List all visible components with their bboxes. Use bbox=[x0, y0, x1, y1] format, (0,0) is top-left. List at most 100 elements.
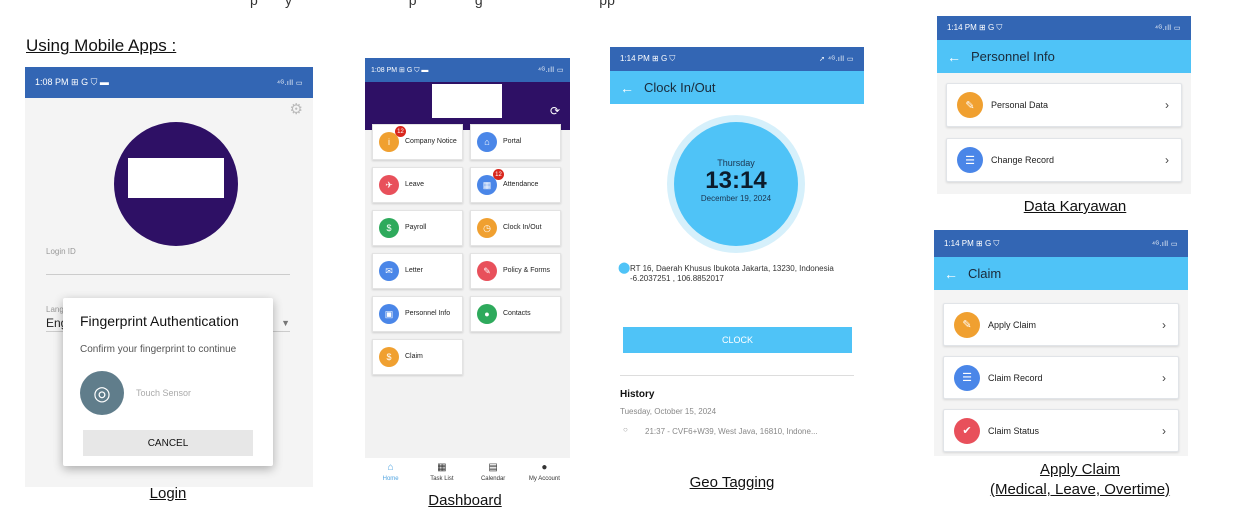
dashboard-tile-label: Attendance bbox=[503, 181, 539, 188]
cut-off-heading: p y p g pp bbox=[250, 0, 615, 8]
menu-item-label: Change Record bbox=[991, 155, 1055, 165]
dashboard-tile-label: Personnel Info bbox=[405, 310, 451, 317]
status-icons: ⊞ G ⛉ bbox=[979, 23, 1003, 32]
dashboard-tile[interactable]: ✎ Policy & Forms bbox=[470, 253, 561, 289]
dashboard-tile-label: Company Notice bbox=[405, 138, 457, 145]
app-bar-title: Claim bbox=[968, 266, 1002, 281]
tab-label: Task List bbox=[430, 476, 454, 482]
app-bar: ← Claim bbox=[934, 257, 1188, 290]
tab-calendar[interactable]: ▤ Calendar bbox=[468, 462, 518, 488]
status-bar: 1:08 PM ⊞ G ⛉ ▬ ⁴ᴳ.ıll ▭ bbox=[365, 58, 570, 82]
dashboard-tile[interactable]: ✉ Letter bbox=[372, 253, 463, 289]
task-list-icon: ▦ bbox=[437, 462, 447, 473]
menu-item[interactable]: ✎ Apply Claim › bbox=[943, 303, 1179, 346]
clock-time: 13:14 bbox=[705, 167, 767, 194]
refresh-icon[interactable]: ⟳ bbox=[550, 104, 560, 118]
chevron-right-icon: › bbox=[1165, 98, 1169, 112]
back-arrow-icon[interactable]: ← bbox=[934, 266, 968, 282]
policy-icon: ✎ bbox=[477, 261, 497, 281]
menu-item[interactable]: ✔ Claim Status › bbox=[943, 409, 1179, 452]
status-bar: 1:08 PM ⊞ G ⛉ ▬ ⁴ᴳ.ıll ▭ bbox=[25, 67, 313, 98]
tab-my-account[interactable]: ● My Account bbox=[519, 462, 569, 488]
calendar-icon: ▦ 12 bbox=[477, 169, 504, 195]
header-logo-redacted bbox=[432, 84, 502, 118]
chevron-right-icon: › bbox=[1162, 370, 1166, 385]
dashboard-tile[interactable]: i 12 Company Notice bbox=[372, 124, 463, 160]
dashboard-tile-label: Policy & Forms bbox=[503, 267, 551, 274]
person-icon: ● bbox=[477, 304, 497, 324]
status-bar: 1:14 PM ⊞ G ⛉ ⁴ᴳ.ıll ▭ bbox=[937, 16, 1191, 40]
dashboard-tile[interactable]: ● Contacts bbox=[470, 296, 561, 332]
notification-badge: 12 bbox=[395, 126, 406, 137]
check-icon: ✔ bbox=[954, 417, 980, 444]
back-arrow-icon[interactable]: ← bbox=[937, 49, 971, 65]
clock-ring: Thursday 13:14 December 19, 2024 bbox=[667, 115, 805, 253]
dashboard-tile-label: Payroll bbox=[405, 224, 427, 231]
tab-list: ⌂ Home ▦ Task List ▤ Calendar ● My Account bbox=[365, 462, 570, 488]
dashboard-tile[interactable]: ◷ Clock In/Out bbox=[470, 210, 561, 246]
list-icon: ☰ bbox=[954, 364, 980, 391]
bottom-tab-bar: ⌂ Home ▦ Task List ▤ Calendar ● My Account bbox=[365, 458, 570, 488]
personnel-info-caption: Data Karyawan bbox=[1023, 198, 1127, 215]
dashboard-screen: 1:08 PM ⊞ G ⛉ ▬ ⁴ᴳ.ıll ▭ ⟳ i 12 Company No… bbox=[365, 58, 570, 488]
history-dot-icon: ○ bbox=[623, 425, 628, 434]
clock-face: Thursday 13:14 December 19, 2024 bbox=[674, 122, 798, 246]
back-arrow-icon[interactable]: ← bbox=[610, 80, 644, 96]
tab-task-list[interactable]: ▦ Task List bbox=[417, 462, 467, 488]
status-time: 1:08 PM bbox=[35, 77, 69, 87]
login-caption: Login bbox=[149, 485, 187, 502]
signal-battery-icon: ⁴ᴳ.ıll ▭ bbox=[276, 79, 303, 87]
clock-icon: ◷ bbox=[477, 218, 497, 238]
login-id-label: Login ID bbox=[46, 247, 76, 256]
menu-item-label: Personal Data bbox=[991, 100, 1049, 110]
menu-item[interactable]: ☰ Change Record › bbox=[946, 138, 1182, 182]
tab-home[interactable]: ⌂ Home bbox=[366, 462, 416, 488]
touch-sensor-label: Touch Sensor bbox=[136, 388, 192, 398]
dashboard-tile[interactable]: ✈ Leave bbox=[372, 167, 463, 203]
dialog-subtitle: Confirm your fingerprint to continue bbox=[80, 344, 237, 355]
clock-button[interactable]: CLOCK bbox=[623, 327, 852, 353]
app-bar-title: Personnel Info bbox=[971, 49, 1055, 64]
status-time: 1:14 PM bbox=[620, 54, 650, 63]
menu-item[interactable]: ☰ Claim Record › bbox=[943, 356, 1179, 399]
clock-date: December 19, 2024 bbox=[700, 194, 772, 203]
status-icons: ⊞ G ⛉ bbox=[652, 54, 676, 63]
tab-label: Home bbox=[382, 476, 399, 482]
language-label: Lang bbox=[46, 305, 64, 314]
dashboard-tile[interactable]: $ Claim bbox=[372, 339, 463, 375]
chevron-right-icon: › bbox=[1165, 153, 1169, 167]
list-icon: ☰ bbox=[957, 147, 983, 173]
dashboard-tile-label: Letter bbox=[405, 267, 423, 274]
geo-tagging-caption: Geo Tagging bbox=[689, 474, 775, 491]
plane-icon: ✈ bbox=[379, 175, 399, 195]
dashboard-caption: Dashboard bbox=[428, 492, 502, 509]
fingerprint-dialog: Fingerprint Authentication Confirm your … bbox=[63, 298, 273, 466]
dashboard-tile[interactable]: ▣ Personnel Info bbox=[372, 296, 463, 332]
settings-gear-icon[interactable]: ⚙ bbox=[290, 100, 303, 118]
tab-label: My Account bbox=[528, 476, 560, 482]
info-icon: i 12 bbox=[379, 126, 406, 152]
claim-screen: 1:14 PM ⊞ G ⛉ ⁴ᴳ.ıll ▭ ← Claim ✎ Apply Cl… bbox=[934, 230, 1188, 456]
dashboard-tile[interactable]: ⌂ Portal bbox=[470, 124, 561, 160]
logo-redacted-box bbox=[128, 158, 224, 198]
signal-battery-icon: ⁴ᴳ.ıll ▭ bbox=[1154, 25, 1181, 32]
signal-battery-icon: ➚ ⁴ᴳ.ıll ▭ bbox=[819, 56, 854, 63]
fingerprint-icon: ◎ bbox=[80, 371, 124, 415]
history-entry[interactable]: 21:37 - CVF6+W39, West Java, 16810, Indo… bbox=[645, 427, 818, 436]
menu-item[interactable]: ✎ Personal Data › bbox=[946, 83, 1182, 127]
login-screen: 1:08 PM ⊞ G ⛉ ▬ ⁴ᴳ.ıll ▭ ⚙ Login ID Lang… bbox=[25, 67, 313, 487]
claim-caption-line1: Apply Claim bbox=[1039, 461, 1121, 478]
location-address: RT 16, Daerah Khusus Ibukota Jakarta, 13… bbox=[630, 264, 834, 273]
login-id-input[interactable] bbox=[46, 261, 290, 275]
dashboard-tile[interactable]: ▦ 12 Attendance bbox=[470, 167, 561, 203]
dashboard-tile[interactable]: $ Payroll bbox=[372, 210, 463, 246]
dashboard-tile-label: Clock In/Out bbox=[503, 224, 542, 231]
cancel-button[interactable]: CANCEL bbox=[83, 430, 253, 456]
status-icons: ⊞ G ⛉ ▬ bbox=[71, 77, 109, 87]
edit-icon: ✎ bbox=[954, 311, 980, 338]
divider bbox=[620, 375, 854, 376]
claim-icon: $ bbox=[379, 347, 399, 367]
chevron-right-icon: › bbox=[1162, 317, 1166, 332]
account-icon: ● bbox=[541, 462, 548, 473]
location-coords: -6.2037251 , 106.8852017 bbox=[630, 274, 724, 283]
